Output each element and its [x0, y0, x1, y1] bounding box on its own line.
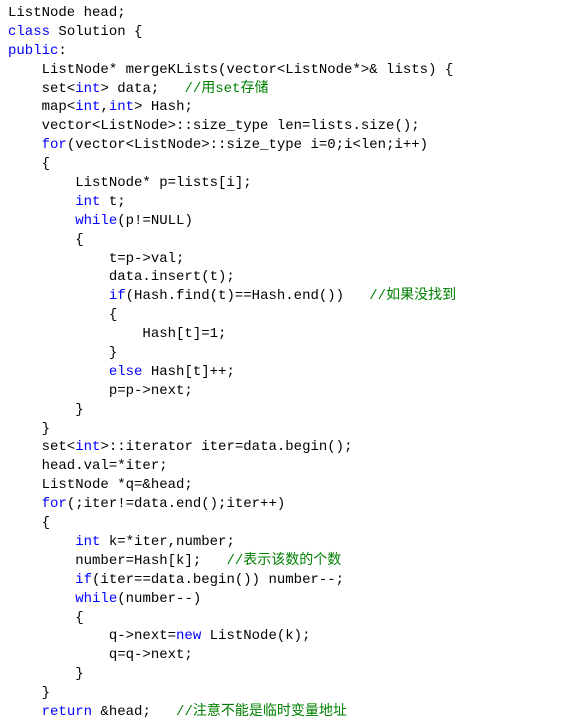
code-text: (vector<ListNode>::size_type i=0;i<len;i… — [67, 137, 428, 153]
code-text: (number--) — [117, 591, 201, 607]
keyword-int: int — [109, 99, 134, 115]
code-text: set< — [8, 439, 75, 455]
keyword-for: for — [42, 496, 67, 512]
keyword-int: int — [75, 99, 100, 115]
code-line: ListNode head; — [8, 5, 126, 21]
keyword-else: else — [109, 364, 143, 380]
code-text — [8, 496, 42, 512]
keyword-if: if — [75, 572, 92, 588]
keyword-while: while — [75, 591, 117, 607]
code-text — [8, 704, 42, 720]
keyword-int: int — [75, 534, 100, 550]
code-text: > Hash; — [134, 99, 193, 115]
code-text: k=*iter,number; — [100, 534, 234, 550]
code-text: : — [58, 43, 66, 59]
code-text — [8, 572, 75, 588]
code-line: Hash[t]=1; — [8, 326, 226, 342]
code-line: } — [8, 345, 117, 361]
code-line: } — [8, 666, 84, 682]
code-text — [8, 213, 75, 229]
code-text: &head; — [92, 704, 176, 720]
code-line: } — [8, 685, 50, 701]
code-line: vector<ListNode>::size_type len=lists.si… — [8, 118, 420, 134]
code-text: t; — [100, 194, 125, 210]
keyword-if: if — [109, 288, 126, 304]
code-line: ListNode *q=&head; — [8, 477, 193, 493]
keyword-new: new — [176, 628, 201, 644]
code-line: { — [8, 610, 84, 626]
code-line: head.val=*iter; — [8, 458, 168, 474]
keyword-return: return — [42, 704, 92, 720]
code-text: > data; — [100, 81, 184, 97]
code-text — [8, 194, 75, 210]
comment: //表示该数的个数 — [226, 553, 341, 569]
code-text — [8, 288, 109, 304]
keyword-class: class — [8, 24, 50, 40]
keyword-int: int — [75, 81, 100, 97]
keyword-while: while — [75, 213, 117, 229]
keyword-for: for — [42, 137, 67, 153]
code-text: (;iter!=data.end();iter++) — [67, 496, 285, 512]
code-text — [8, 534, 75, 550]
code-text: (iter==data.begin()) number--; — [92, 572, 344, 588]
code-line: data.insert(t); — [8, 269, 235, 285]
code-line: { — [8, 156, 50, 172]
code-line: p=p->next; — [8, 383, 193, 399]
keyword-int: int — [75, 439, 100, 455]
code-line: ListNode* p=lists[i]; — [8, 175, 252, 191]
code-text: ListNode(k); — [201, 628, 310, 644]
code-line: { — [8, 232, 84, 248]
comment: //如果没找到 — [369, 288, 456, 304]
code-text: number=Hash[k]; — [8, 553, 226, 569]
code-text — [8, 591, 75, 607]
code-line: { — [8, 307, 117, 323]
code-line: q=q->next; — [8, 647, 193, 663]
code-text — [8, 137, 42, 153]
code-line: t=p->val; — [8, 251, 184, 267]
keyword-int: int — [75, 194, 100, 210]
code-text: (p!=NULL) — [117, 213, 193, 229]
code-text: q->next= — [8, 628, 176, 644]
code-line: { — [8, 515, 50, 531]
keyword-public: public — [8, 43, 58, 59]
comment: //注意不能是临时变量地址 — [176, 704, 347, 720]
comment: //用set存储 — [184, 81, 268, 97]
code-block: ListNode head; class Solution { public: … — [0, 0, 573, 726]
code-line: ListNode* mergeKLists(vector<ListNode*>&… — [8, 62, 453, 78]
code-text: map< — [8, 99, 75, 115]
code-line: } — [8, 402, 84, 418]
code-text: Hash[t]++; — [142, 364, 234, 380]
code-text: Solution { — [50, 24, 142, 40]
code-text: , — [100, 99, 108, 115]
code-text — [8, 364, 109, 380]
code-text: (Hash.find(t)==Hash.end()) — [126, 288, 370, 304]
code-line: } — [8, 421, 50, 437]
code-text: set< — [8, 81, 75, 97]
code-text: >::iterator iter=data.begin(); — [100, 439, 352, 455]
